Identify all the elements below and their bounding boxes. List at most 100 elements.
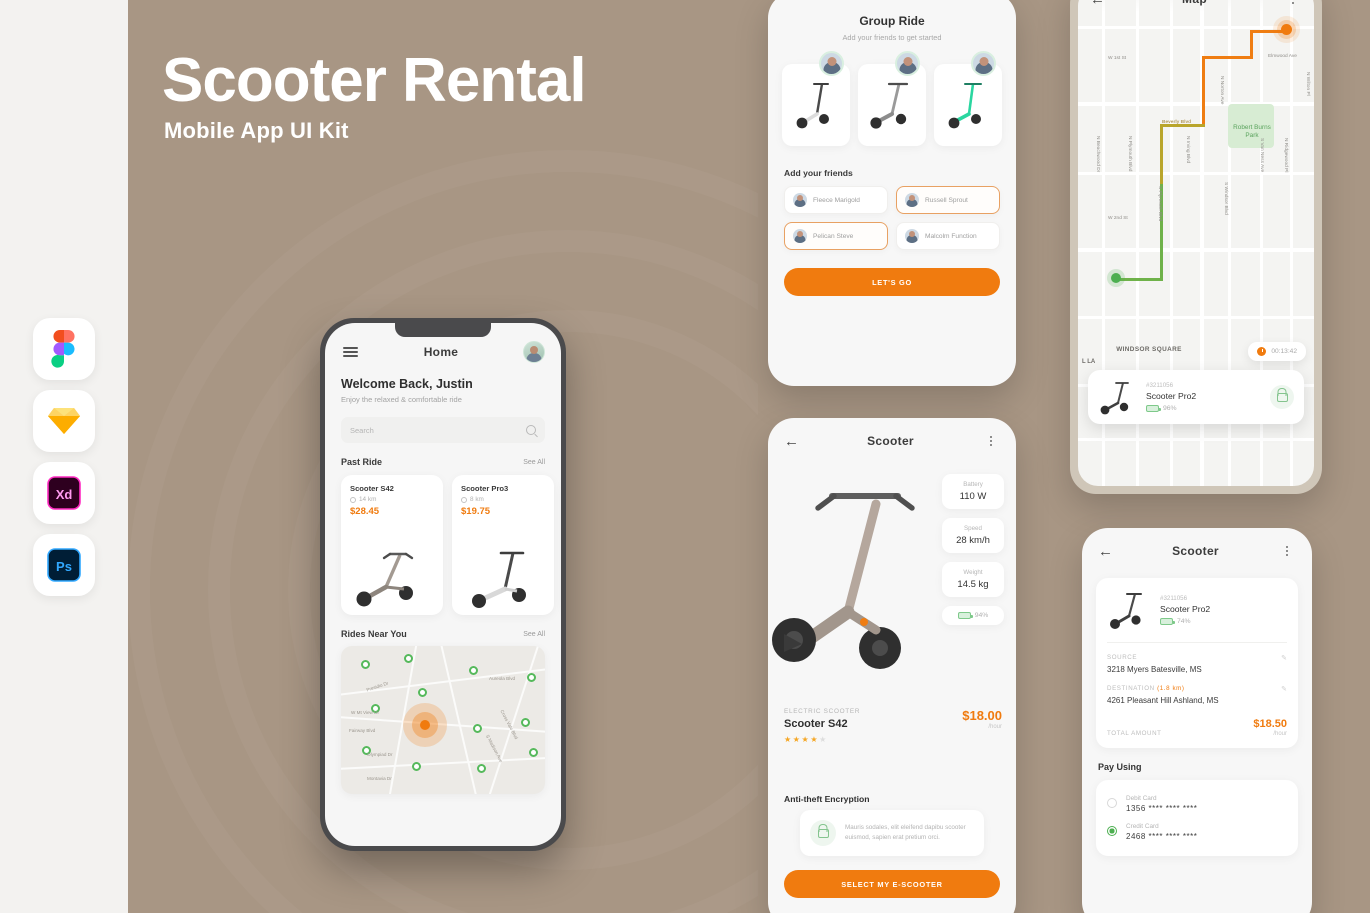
spec-label: Battery — [963, 481, 983, 488]
battery-level: 96% — [1163, 405, 1177, 412]
past-ride-see-all[interactable]: See All — [523, 459, 545, 466]
user-location-dot — [420, 720, 430, 730]
total-row: TOTAL AMOUNT $18.50 /hour — [1107, 718, 1287, 737]
battery-level: 74% — [1177, 618, 1191, 625]
street-label: N Plymouth Blvd — [1127, 136, 1132, 172]
card-type: Credit Card — [1126, 823, 1159, 830]
rides-near-see-all[interactable]: See All — [523, 631, 545, 638]
scooter-marker[interactable] — [404, 654, 413, 663]
street-label: N Ridgewood Pl — [1283, 138, 1288, 173]
svg-text:Ps: Ps — [56, 559, 72, 574]
friends-list[interactable]: Fleece Marigold Russell Sprout Pelican S… — [768, 178, 1016, 250]
detail-price-row: ELECTRIC SCOOTER Scooter S42 ★★★★★ $18.0… — [784, 708, 1002, 744]
battery-indicator: 74% — [1160, 618, 1210, 625]
scooter-marker[interactable] — [477, 764, 486, 773]
scooter-image — [472, 551, 526, 608]
mini-map[interactable]: Presidio Dr W Mt View Dr Fairway Blvd Ol… — [341, 646, 545, 794]
edit-icon[interactable]: ✎ — [1281, 654, 1287, 662]
scooter-marker[interactable] — [527, 673, 536, 682]
route-segment — [1160, 124, 1164, 186]
scooter-image — [1100, 382, 1129, 415]
destination-distance: (1.8 km) — [1157, 685, 1185, 692]
street-label: N Irving Blvd — [1185, 136, 1190, 164]
scooter-option[interactable] — [782, 51, 850, 146]
scooter-marker[interactable] — [469, 666, 478, 675]
avatar[interactable] — [522, 341, 545, 363]
radio-debit-card[interactable] — [1107, 798, 1117, 808]
lets-go-button[interactable]: LET'S GO — [784, 268, 1000, 296]
scooter-marker[interactable] — [361, 660, 370, 669]
card-number: 1356 **** **** **** — [1126, 804, 1198, 813]
payment-method[interactable]: Credit Card 2468 **** **** **** — [1107, 818, 1287, 846]
ride-distance: 8 km — [461, 496, 545, 503]
scooter-option[interactable] — [858, 51, 926, 146]
spec-list: Battery 110 W Speed 28 km/h Weight 14.5 … — [942, 474, 1004, 625]
list-item[interactable]: Scooter Pro3 8 km $19.75 — [452, 475, 554, 615]
group-ride-subtitle: Add your friends to get started — [842, 33, 942, 42]
scooter-detail-screen: ← Scooter Battery 110 W Speed 28 km/h We… — [768, 418, 1016, 913]
trip-summary-card: #3211056 Scooter Pro2 74% SOURCE 3218 My… — [1096, 578, 1298, 748]
scooter-option[interactable] — [934, 51, 1002, 146]
search-input[interactable]: Search — [341, 417, 545, 443]
friend-name: Russell Sprout — [925, 196, 968, 204]
feature-card: Mauris sodales, elit eleifend dapibu sco… — [800, 810, 984, 856]
payment-methods[interactable]: Debit Card 1356 **** **** **** Credit Ca… — [1096, 780, 1298, 856]
back-icon[interactable]: ← — [1090, 0, 1105, 7]
scooter-marker[interactable] — [521, 718, 530, 727]
scooter-image — [870, 82, 909, 129]
back-icon[interactable]: ← — [784, 434, 799, 449]
back-icon[interactable]: ← — [1098, 544, 1113, 559]
past-ride-header: Past Ride See All — [325, 457, 561, 467]
map-screen[interactable]: ← Map — [1078, 0, 1314, 486]
scooter-options[interactable] — [768, 51, 1016, 146]
more-options-icon[interactable] — [982, 432, 1000, 450]
spec-card: Weight 14.5 kg — [942, 562, 1004, 597]
lock-button[interactable] — [1270, 385, 1294, 409]
vehicle-name: Scooter Pro2 — [1146, 391, 1197, 401]
phone-notch — [395, 323, 491, 337]
active-vehicle-card[interactable]: #3211056 Scooter Pro2 96% — [1088, 370, 1304, 424]
list-item[interactable]: Scooter S42 14 km $28.45 — [341, 475, 443, 615]
route-segment — [1116, 278, 1163, 282]
map-screen-frame: ← Map — [1070, 0, 1322, 494]
menu-icon[interactable] — [341, 343, 359, 361]
friend-chip[interactable]: Malcolm Function — [896, 222, 1000, 250]
more-options-icon[interactable] — [1278, 542, 1296, 560]
past-ride-list[interactable]: Scooter S42 14 km $28.45 Scooter Pro3 8 … — [325, 467, 561, 615]
clock-icon — [1257, 347, 1267, 356]
scooter-marker[interactable] — [418, 688, 427, 697]
battery-indicator: 96% — [1146, 405, 1196, 412]
street-label: Montavia Dr — [367, 776, 392, 781]
scooter-marker[interactable] — [473, 724, 482, 733]
group-ride-screen: Group Ride Add your friends to get start… — [768, 0, 1016, 386]
friend-chip[interactable]: Russell Sprout — [896, 186, 1000, 214]
radio-credit-card[interactable] — [1107, 826, 1117, 836]
battery-icon — [1146, 405, 1161, 412]
product-kicker: ELECTRIC SCOOTER — [784, 708, 861, 715]
scooter-marker[interactable] — [529, 748, 538, 757]
adobe-xd-icon: Xd — [33, 462, 95, 524]
payment-screen: ← Scooter #3211056 Scooter Pro2 74% SOUR… — [1082, 528, 1312, 913]
map-nav-bar: ← Map — [1078, 0, 1314, 12]
friend-chip[interactable]: Fleece Marigold — [784, 186, 888, 214]
vehicle-row: #3211056 Scooter Pro2 74% — [1107, 589, 1287, 631]
more-options-icon[interactable] — [1284, 0, 1302, 8]
street-label: S Van Ness Ave — [1259, 138, 1264, 173]
product-price: $18.00 — [962, 708, 1002, 723]
battery-icon — [957, 612, 973, 619]
detail-nav-bar: ← Scooter — [768, 418, 1016, 458]
pay-using-title: Pay Using — [1098, 762, 1142, 772]
street-label: N Wilton Pl — [1305, 72, 1310, 96]
select-scooter-button[interactable]: SELECT MY E-SCOOTER — [784, 870, 1000, 898]
spec-card: Battery 110 W — [942, 474, 1004, 509]
payment-method[interactable]: Debit Card 1356 **** **** **** — [1107, 790, 1287, 818]
route-segment — [1202, 56, 1253, 60]
edit-icon[interactable]: ✎ — [1281, 685, 1287, 693]
card-type: Debit Card — [1126, 795, 1157, 802]
pay-nav-bar: ← Scooter — [1082, 528, 1312, 568]
friend-chip[interactable]: Pelican Steve — [784, 222, 888, 250]
scooter-marker[interactable] — [412, 762, 421, 771]
spec-label: Weight — [963, 569, 983, 576]
battery-level: 94% — [974, 612, 989, 619]
home-screen: Home Welcome Back, Justin Enjoy the rela… — [325, 323, 561, 846]
